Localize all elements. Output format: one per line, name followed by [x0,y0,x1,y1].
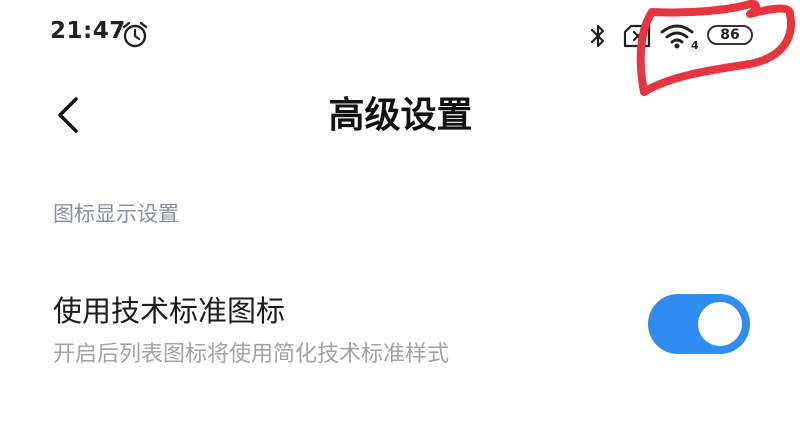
setting-row-standard-icons[interactable]: 使用技术标准图标 开启后列表图标将使用简化技术标准样式 [0,270,801,380]
wifi-icon: 4 [660,24,699,50]
red-annotation-scribble [636,0,795,96]
svg-text:4: 4 [691,39,699,50]
toggle-knob [698,302,742,346]
section-header: 图标显示设置 [53,202,179,226]
no-sim-icon [623,24,651,48]
battery-icon: 86 [707,25,753,45]
bluetooth-icon [590,24,605,48]
standard-icons-toggle[interactable] [648,294,750,354]
battery-level: 86 [720,27,740,43]
setting-description: 开启后列表图标将使用简化技术标准样式 [53,342,450,367]
status-bar: 21:47 4 86 [0,0,801,96]
alarm-icon [122,21,148,48]
status-time: 21:47 [50,18,126,44]
screen: 21:47 4 86 高级设置 图标显示设置 使用技术标准图标 开启后列表图标将… [0,0,801,431]
setting-title: 使用技术标准图标 [53,294,286,328]
page-title: 高级设置 [328,95,473,136]
